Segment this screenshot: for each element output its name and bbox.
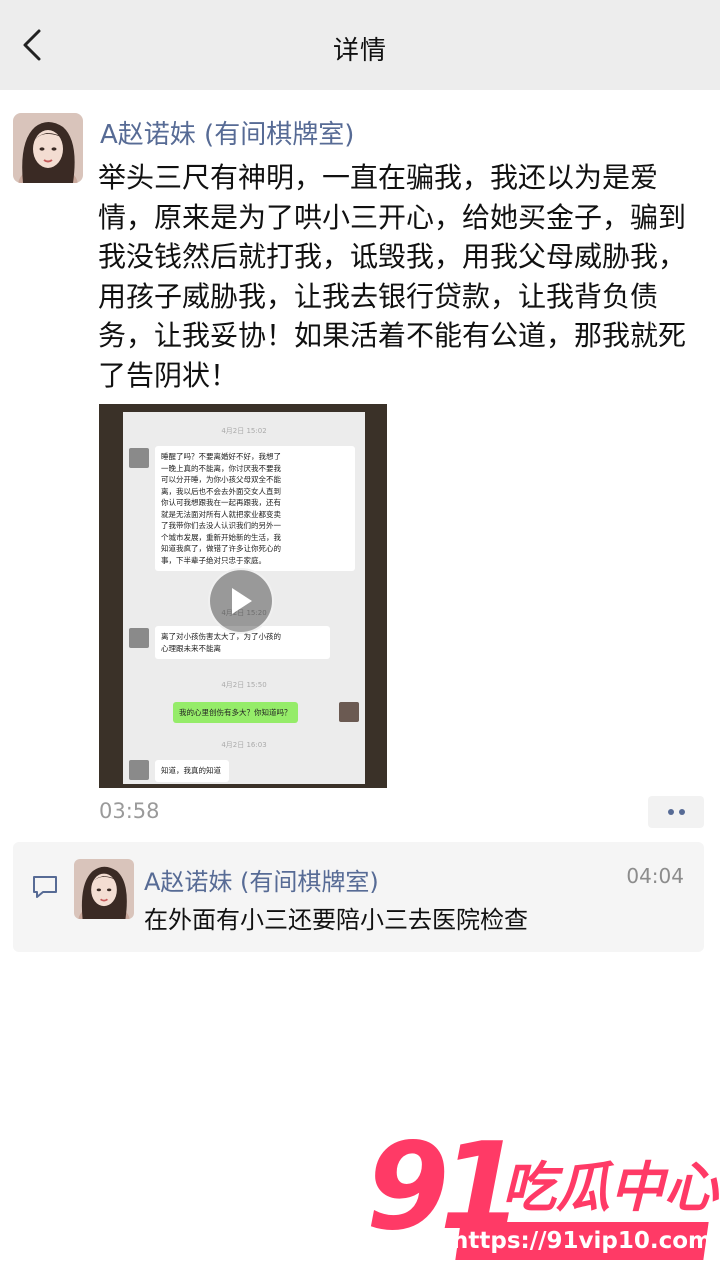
- dot-icon: [678, 809, 685, 815]
- chat-line: 了我带你们去没人认识我们的另外一: [161, 521, 281, 530]
- more-actions-button[interactable]: [648, 796, 704, 828]
- chat-avatar: [129, 760, 149, 780]
- chat-timestamp: 4月2日 16:03: [221, 741, 267, 749]
- chat-line: 可以分开睡，为你小孩父母双全不能: [161, 475, 281, 484]
- chat-bubble: 睡醒了吗？不要离婚好不好，我想了 一晚上真的不能离，你讨厌我不要我 可以分开睡，…: [155, 446, 355, 571]
- chat-line: 心理跟未来不能离: [161, 643, 221, 653]
- nav-bar: 详情: [0, 0, 720, 90]
- watermark-url: https://91vip10.com: [452, 1222, 712, 1260]
- post-author-name[interactable]: A赵诺妹 (有间棋牌室): [100, 114, 354, 151]
- chat-bubble: 知道，我真的知道: [155, 760, 229, 782]
- chat-line: 知道我疯了，做错了许多让你死心的: [161, 544, 281, 553]
- comment-icon: [31, 874, 59, 904]
- play-button[interactable]: [208, 568, 274, 634]
- watermark-title: 吃瓜中心: [502, 1156, 718, 1219]
- chat-line: 就是无法面对所有人就把家业都变卖: [161, 509, 281, 519]
- chat-avatar-self: [339, 702, 359, 722]
- play-icon: [232, 588, 252, 614]
- chat-line: 事，下半辈子绝对只忠于家庭。: [161, 555, 266, 565]
- comment-text: 在外面有小三还要陪小三去医院检查: [144, 906, 528, 934]
- post-time: 03:58: [99, 799, 160, 823]
- post-text-line: 我没钱然后就打我，诋毁我，用我父母威胁我，: [98, 240, 687, 273]
- post-text-line: 了告阴状！: [98, 358, 239, 392]
- watermark-url-text: https://91vip10.com: [452, 1228, 713, 1254]
- chat-timestamp: 4月2日 15:50: [221, 681, 267, 689]
- post-text: 举头三尺有神明，一直在骗我，我还以为是爱 情，原来是为了哄小三开心，给她买金子，…: [98, 158, 710, 395]
- comment-section: A赵诺妹 (有间棋牌室) 04:04 在外面有小三还要陪小三去医院检查: [13, 842, 704, 952]
- commenter-name[interactable]: A赵诺妹 (有间棋牌室): [144, 862, 379, 897]
- chat-line: 离，我以后也不会去外面交女人直到: [161, 486, 281, 496]
- dot-icon: [667, 809, 674, 815]
- post-text-line: 举头三尺有神明，一直在骗我，我还以为是爱: [98, 161, 659, 194]
- chat-line: 个城市发展，重新开始新的生活，我: [161, 532, 281, 542]
- watermark-logo: 91 吃瓜中心 https://91vip10.com: [366, 1118, 718, 1268]
- chat-avatar: [129, 448, 149, 468]
- chat-line: 睡醒了吗？不要离婚好不好，我想了: [161, 452, 281, 461]
- post-text-line: 务，让我妥协！如果活着不能有公道，那我就死: [98, 319, 687, 352]
- comment-time: 04:04: [626, 864, 684, 888]
- chat-bubble-self: 我的心里创伤有多大？你知道吗？: [173, 702, 298, 723]
- author-avatar[interactable]: [13, 113, 83, 183]
- chat-line: 知道，我真的知道: [161, 766, 221, 775]
- chat-line: 你认可我想跟我在一起再跟我，还有: [161, 498, 281, 507]
- post-text-line: 用孩子威胁我，让我去银行贷款，让我背负债: [98, 279, 659, 313]
- page-title: 详情: [332, 36, 387, 66]
- chat-line: 一晚上真的不能离，你讨厌我不要我: [161, 463, 281, 473]
- video-thumbnail[interactable]: 4月2日 15:02 睡醒了吗？不要离婚好不好，我想了 一晚上真的不能离，你讨厌…: [99, 404, 387, 788]
- chat-timestamp: 4月2日 15:02: [221, 427, 267, 435]
- chat-avatar: [129, 628, 149, 648]
- post-text-line: 情，原来是为了哄小三开心，给她买金子，骗到: [98, 200, 687, 234]
- commenter-avatar[interactable]: [74, 859, 134, 919]
